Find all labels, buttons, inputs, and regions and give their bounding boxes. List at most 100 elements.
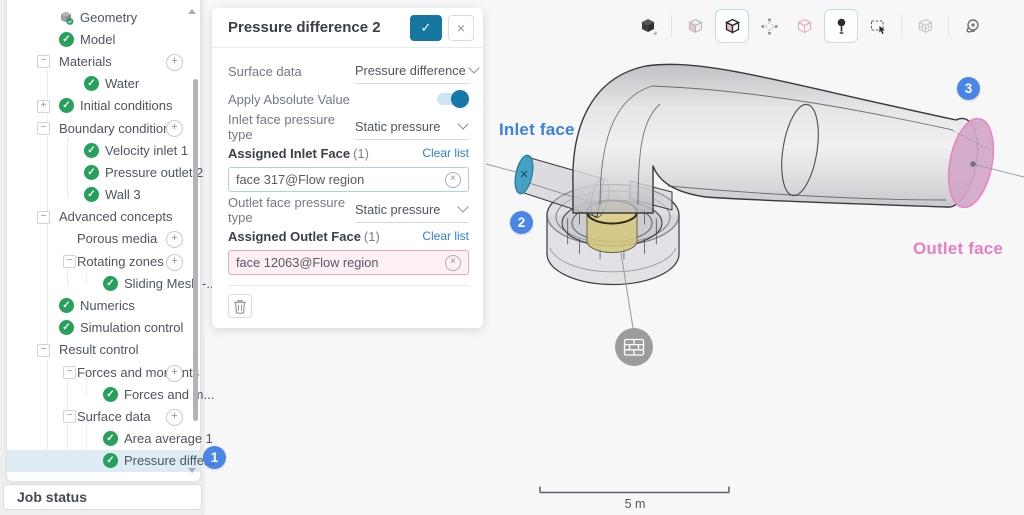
tree-item-materials[interactable]: − Materials + bbox=[7, 50, 200, 72]
tree-item-geometry[interactable]: Geometry bbox=[7, 6, 200, 28]
box-select-icon bbox=[869, 17, 888, 36]
tree-item-pressure-difference[interactable]: ✓ Pressure diffe... bbox=[7, 450, 200, 472]
add-icon[interactable]: + bbox=[166, 409, 183, 426]
clear-inlet-list-link[interactable]: Clear list bbox=[422, 146, 469, 160]
tree-item-forces-and-m[interactable]: ✓ Forces and m... bbox=[7, 383, 200, 405]
probe-point-icon bbox=[832, 17, 851, 36]
tree-item-numerics[interactable]: ✓ Numerics bbox=[7, 294, 200, 316]
chevron-down-icon bbox=[457, 201, 468, 212]
collapse-icon[interactable]: − bbox=[63, 366, 76, 379]
collapse-icon[interactable]: − bbox=[37, 122, 50, 135]
collapse-icon[interactable]: − bbox=[63, 255, 76, 268]
inlet-pressure-type-value: Static pressure bbox=[355, 119, 455, 134]
tree-item-sliding-mesh[interactable]: ✓ Sliding Mesh -... bbox=[7, 272, 200, 294]
scroll-up-arrow[interactable] bbox=[188, 9, 196, 14]
assigned-inlet-face-row: Assigned Inlet Face(1) Clear list bbox=[228, 141, 469, 165]
material-point-marker[interactable] bbox=[615, 328, 653, 366]
check-ok-icon: ✓ bbox=[103, 431, 118, 446]
inlet-pressure-type-select[interactable]: Static pressure bbox=[355, 119, 469, 140]
inlet-face-chip[interactable]: face 317@Flow region × bbox=[228, 167, 469, 192]
view-cube-button[interactable] bbox=[633, 11, 663, 41]
measure-button[interactable] bbox=[957, 11, 987, 41]
outlet-pressure-type-select[interactable]: Static pressure bbox=[355, 202, 469, 223]
tree-item-label: Simulation control bbox=[80, 320, 183, 335]
clear-outlet-list-link[interactable]: Clear list bbox=[422, 229, 469, 243]
outlet-face-chip[interactable]: face 12063@Flow region × bbox=[228, 250, 469, 275]
tree-item-label: Surface data bbox=[77, 409, 151, 424]
step-badge-3: 3 bbox=[957, 77, 980, 100]
add-icon[interactable]: + bbox=[166, 120, 183, 137]
view-cube-icon bbox=[639, 17, 658, 36]
apply-button[interactable]: ✓ bbox=[410, 15, 442, 41]
collapse-icon[interactable]: − bbox=[63, 410, 76, 423]
probe-point-button[interactable] bbox=[824, 9, 858, 43]
chevron-down-icon bbox=[468, 62, 479, 73]
tree-item-model[interactable]: ✓ Model bbox=[7, 28, 200, 50]
tree-item-initial-conditions[interactable]: + ✓ Initial conditions bbox=[7, 95, 200, 117]
tree-item-wall-3[interactable]: ✓ Wall 3 bbox=[7, 184, 200, 206]
tree-item-boundary-conditions[interactable]: − Boundary conditions + bbox=[7, 117, 200, 139]
add-icon[interactable]: + bbox=[166, 54, 183, 71]
tree-item-label: Wall 3 bbox=[105, 187, 141, 202]
check-ok-icon: ✓ bbox=[84, 143, 99, 158]
add-icon[interactable]: + bbox=[166, 254, 183, 271]
assigned-outlet-face-label: Assigned Outlet Face(1) bbox=[228, 229, 422, 244]
remove-inlet-face-icon[interactable]: × bbox=[445, 172, 461, 188]
cube-surfaces-icon bbox=[723, 17, 742, 36]
tree-item-pressure-outlet-2[interactable]: ✓ Pressure outlet 2 bbox=[7, 161, 200, 183]
app-window: Inlet face Outlet face 1 2 3 5 m bbox=[0, 0, 1024, 515]
tree-item-porous-media[interactable]: Porous media + bbox=[7, 228, 200, 250]
tree-item-label: Sliding Mesh -... bbox=[124, 276, 217, 291]
check-ok-icon: ✓ bbox=[103, 453, 118, 468]
wireframe-button[interactable] bbox=[789, 11, 819, 41]
chevron-down-icon bbox=[457, 118, 468, 129]
add-icon[interactable]: + bbox=[166, 231, 183, 248]
tree-item-label: Numerics bbox=[80, 298, 135, 313]
tree-item-label: Initial conditions bbox=[80, 98, 173, 113]
tree-scrollbar[interactable] bbox=[193, 79, 198, 421]
solid-surfaces-button[interactable] bbox=[715, 9, 749, 43]
check-ok-icon: ✓ bbox=[84, 165, 99, 180]
tree-item-label: Advanced concepts bbox=[59, 209, 172, 224]
job-status-label: Job status bbox=[17, 489, 87, 505]
remove-outlet-face-icon[interactable]: × bbox=[445, 255, 461, 271]
tree-item-area-average-1[interactable]: ✓ Area average 1 bbox=[7, 428, 200, 450]
fit-view-button[interactable] bbox=[754, 11, 784, 41]
mesh-cube-icon bbox=[916, 17, 935, 36]
transparent-surfaces-button[interactable] bbox=[680, 11, 710, 41]
measure-tape-icon bbox=[963, 17, 982, 36]
expand-icon[interactable]: + bbox=[37, 100, 50, 113]
tree-item-surface-data[interactable]: − Surface data + bbox=[7, 405, 200, 427]
mesh-view-button[interactable] bbox=[910, 11, 940, 41]
tree-item-label: Boundary conditions bbox=[59, 121, 177, 136]
collapse-icon[interactable]: − bbox=[37, 211, 50, 224]
tree-item-result-control[interactable]: − Result control bbox=[7, 339, 200, 361]
check-ok-icon: ✓ bbox=[59, 320, 74, 335]
tree-item-label: Result control bbox=[59, 342, 138, 357]
job-status-bar[interactable]: Job status bbox=[3, 484, 202, 510]
surface-data-select[interactable]: Pressure difference bbox=[355, 63, 469, 84]
scroll-down-arrow[interactable] bbox=[188, 468, 196, 473]
collapse-icon[interactable]: − bbox=[37, 55, 50, 68]
tree-item-rotating-zones[interactable]: − Rotating zones + bbox=[7, 250, 200, 272]
tree-item-velocity-inlet-1[interactable]: ✓ Velocity inlet 1 bbox=[7, 139, 200, 161]
tree-item-label: Porous media bbox=[77, 231, 157, 246]
absolute-value-toggle[interactable] bbox=[437, 93, 467, 105]
check-ok-icon: ✓ bbox=[59, 98, 74, 113]
simulation-tree-panel: Geometry ✓ Model − Materials + ✓ Water +… bbox=[6, 0, 201, 482]
tree-item-water[interactable]: ✓ Water bbox=[7, 73, 200, 95]
check-ok-icon: ✓ bbox=[84, 187, 99, 202]
delete-button[interactable] bbox=[228, 294, 252, 318]
pressure-difference-panel: Pressure difference 2 ✓ × Surface data P… bbox=[212, 8, 483, 328]
tree-item-simulation-control[interactable]: ✓ Simulation control bbox=[7, 317, 200, 339]
outlet-face-count: (1) bbox=[364, 229, 380, 244]
add-icon[interactable]: + bbox=[166, 365, 183, 382]
box-select-button[interactable] bbox=[863, 11, 893, 41]
tree-item-advanced-concepts[interactable]: − Advanced concepts bbox=[7, 206, 200, 228]
check-ok-icon: ✓ bbox=[103, 276, 118, 291]
tree-item-forces-and-moments[interactable]: − Forces and moments + bbox=[7, 361, 200, 383]
tree-item-label: Geometry bbox=[80, 10, 137, 25]
close-button[interactable]: × bbox=[448, 15, 474, 41]
collapse-icon[interactable]: − bbox=[37, 344, 50, 357]
pipe-elbow[interactable] bbox=[573, 64, 978, 213]
